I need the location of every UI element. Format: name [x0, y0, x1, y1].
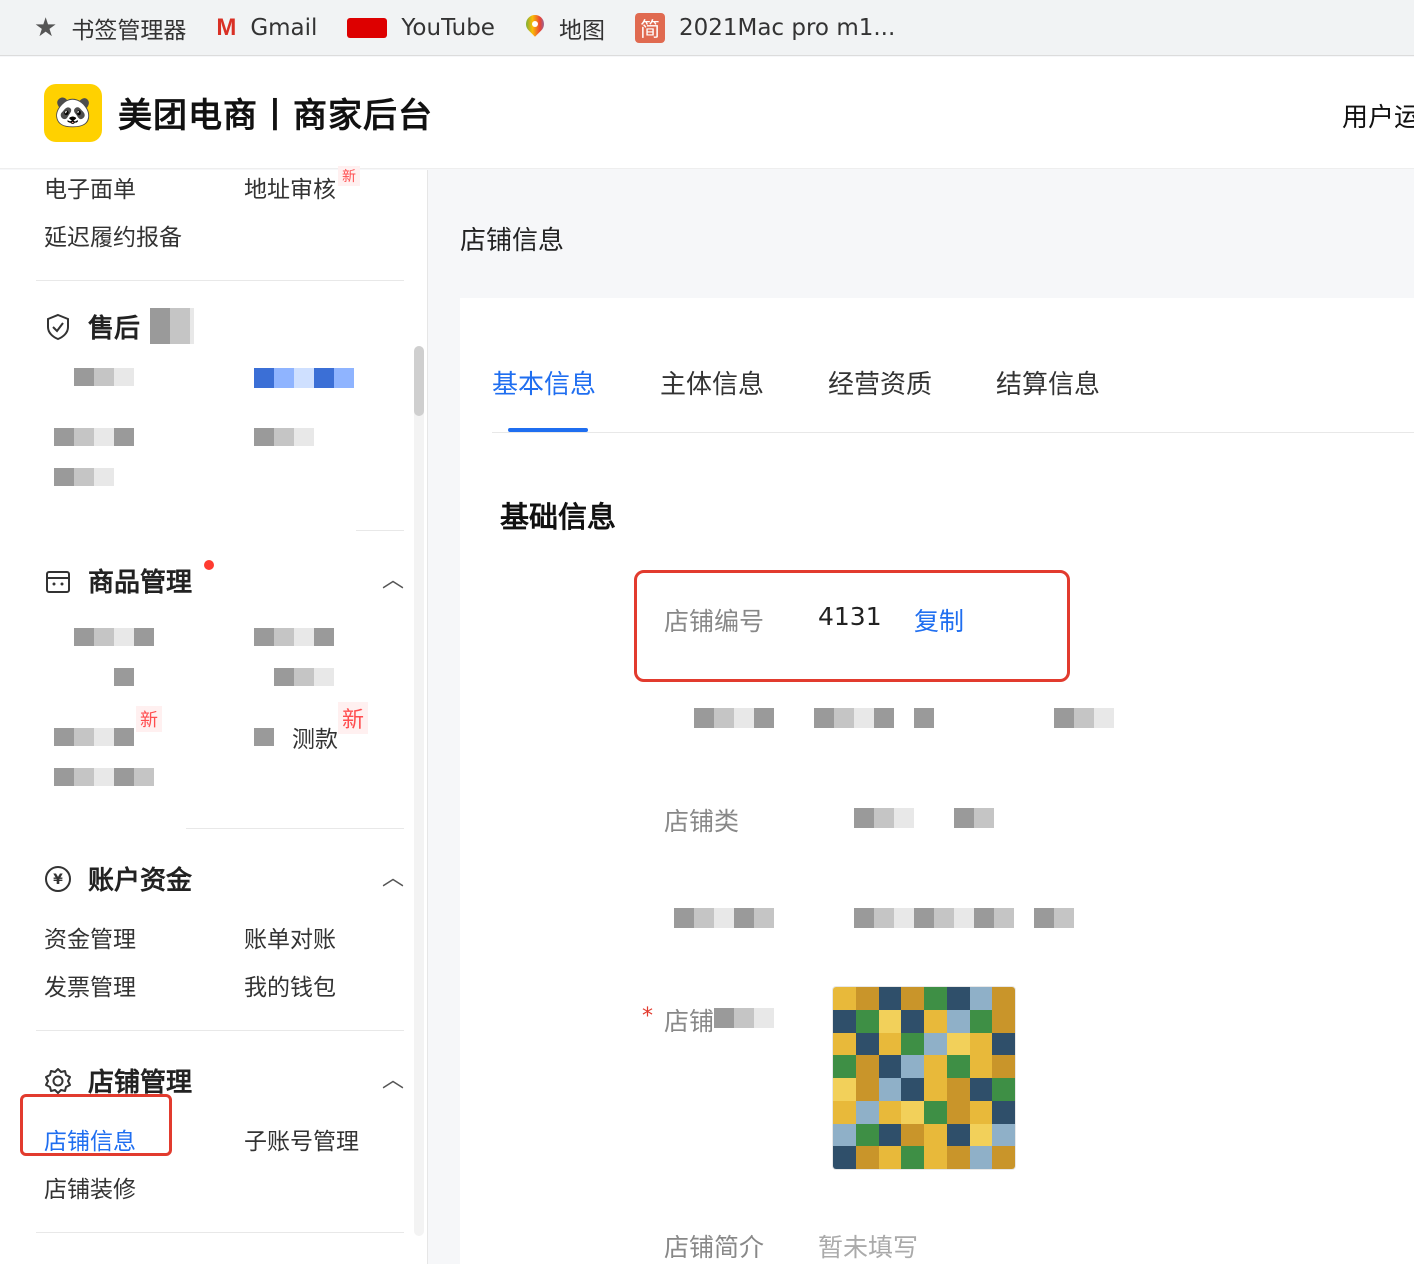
- divider: [36, 1030, 404, 1031]
- copy-button[interactable]: 复制: [914, 602, 964, 638]
- divider: [186, 828, 404, 829]
- pixelated-region: [814, 708, 894, 728]
- tab-qualifications[interactable]: 经营资质: [828, 364, 932, 401]
- pixelated-region: [54, 428, 134, 446]
- chevron-up-icon[interactable]: ︿: [382, 860, 404, 892]
- store-info-card: 基本信息 主体信息 经营资质 结算信息 基础信息 店铺编号 4131 复制 店铺…: [460, 298, 1414, 1264]
- pixelated-region: [674, 908, 774, 928]
- store-type-label: 店铺类: [664, 807, 740, 836]
- youtube-icon: [347, 17, 388, 38]
- pixelated-region: [254, 728, 274, 746]
- bookmark-label: 2021Mac pro m1...: [678, 14, 896, 41]
- chevron-up-icon[interactable]: ︿: [382, 1062, 404, 1094]
- sidebar-item-funds-manage[interactable]: 资金管理: [44, 920, 136, 954]
- store-logo-image[interactable]: [832, 986, 1016, 1170]
- pixelated-region: [854, 908, 1014, 928]
- sidebar-item-bill-reconcile[interactable]: 账单对账: [244, 920, 336, 954]
- pixelated-region: [914, 708, 934, 728]
- divider: [36, 1232, 404, 1233]
- store-id-label: 店铺编号: [664, 607, 765, 636]
- sidebar-item-partial[interactable]: 测款: [292, 720, 338, 754]
- section-funds[interactable]: ¥ 账户资金: [44, 860, 192, 897]
- pixelated-region: [1054, 708, 1114, 728]
- pixelated-region: [954, 808, 994, 828]
- new-badge: 新: [338, 702, 369, 734]
- section-title-text: 商品管理: [88, 568, 193, 598]
- maps-icon: [525, 15, 545, 41]
- section-after-sales[interactable]: 售后: [44, 308, 140, 345]
- brand-title: 美团电商丨商家后台: [118, 96, 433, 136]
- store-logo-label: 店铺: [664, 1007, 715, 1036]
- app-header: 🐼 美团电商丨商家后台 用户运营: [0, 57, 1414, 169]
- chevron-up-icon[interactable]: ︿: [382, 562, 404, 594]
- pixelated-region: [1034, 908, 1074, 928]
- required-mark: *: [642, 1004, 653, 1029]
- bookmark-maps[interactable]: 地图: [525, 8, 605, 48]
- bookmark-youtube[interactable]: YouTube: [347, 8, 495, 48]
- sidebar-scrollbar-thumb[interactable]: [414, 346, 424, 416]
- pixelated-region: [254, 428, 314, 446]
- pixelated-region: [74, 628, 154, 646]
- new-badge: 新: [136, 706, 162, 732]
- user-operation-link[interactable]: 用户运营: [1342, 97, 1414, 134]
- yuan-coin-icon: ¥: [44, 865, 72, 893]
- bookmark-gmail[interactable]: M Gmail: [216, 8, 317, 48]
- notification-dot: [204, 560, 214, 570]
- pixelated-region: [74, 368, 134, 386]
- sidebar-item-e-waybill[interactable]: 电子面单: [44, 170, 136, 204]
- panda-logo-icon[interactable]: 🐼: [44, 83, 102, 142]
- gmail-icon: M: [216, 13, 237, 41]
- pixelated-region: [54, 468, 114, 486]
- bookmark-label: YouTube: [401, 14, 495, 41]
- bookmark-label: 书签管理器: [71, 17, 187, 44]
- store-intro-label: 店铺简介: [664, 1233, 765, 1262]
- section-title-text: 账户资金: [88, 866, 193, 896]
- pixelated-region: [854, 808, 914, 828]
- section-basic-info-title: 基础信息: [500, 500, 617, 534]
- gear-icon: [44, 1067, 72, 1095]
- bookmark-jianshu[interactable]: 简 2021Mac pro m1...: [634, 8, 896, 48]
- pixelated-region: [54, 728, 134, 746]
- sidebar: 电子面单 地址审核 新 延迟履约报备 售后 商品管理 ︿ 新 新 测款 ¥ 账户…: [0, 166, 428, 1264]
- divider: [356, 530, 404, 531]
- sidebar-item-store-decor[interactable]: 店铺装修: [44, 1170, 136, 1204]
- jianshu-icon: 简: [634, 12, 665, 43]
- store-intro-value: 暂未填写: [818, 1233, 919, 1262]
- store-id-value: 4131: [818, 602, 882, 631]
- shield-icon: [44, 313, 72, 341]
- new-badge: 新: [338, 166, 360, 186]
- section-goods[interactable]: 商品管理: [44, 562, 192, 599]
- bookmark-label: Gmail: [250, 14, 318, 41]
- bookmark-label: 地图: [558, 17, 605, 44]
- sidebar-item-wallet[interactable]: 我的钱包: [244, 968, 336, 1002]
- tab-basic-info[interactable]: 基本信息: [492, 364, 596, 401]
- pixelated-region: [254, 628, 334, 646]
- bookmark-manager[interactable]: ★ 书签管理器: [34, 8, 186, 48]
- section-title-text: 售后: [88, 314, 141, 344]
- pixelated-region: [150, 308, 194, 344]
- tab-settlement-info[interactable]: 结算信息: [996, 364, 1100, 401]
- pixelated-region: [114, 668, 134, 686]
- tabs-divider: [492, 432, 1414, 433]
- bookmarks-bar: ★ 书签管理器 M Gmail YouTube 地图 简 2021Mac pro…: [0, 0, 1414, 56]
- calendar-box-icon: [44, 567, 72, 595]
- divider: [36, 280, 404, 281]
- sidebar-scrollbar-track[interactable]: [414, 346, 424, 1236]
- sidebar-item-address-review[interactable]: 地址审核: [244, 170, 336, 204]
- pixelated-region: [54, 768, 154, 786]
- svg-text:¥: ¥: [53, 872, 63, 888]
- tab-entity-info[interactable]: 主体信息: [660, 364, 764, 401]
- sidebar-item-delay-report[interactable]: 延迟履约报备: [44, 218, 182, 252]
- sidebar-item-sub-accounts[interactable]: 子账号管理: [244, 1122, 359, 1156]
- star-icon: ★: [34, 12, 58, 43]
- page-title: 店铺信息: [460, 226, 565, 256]
- tab-bar: 基本信息 主体信息 经营资质 结算信息: [492, 364, 1164, 401]
- highlight-box: [20, 1094, 172, 1156]
- pixelated-region: [714, 1008, 774, 1028]
- pixelated-region: [694, 708, 774, 728]
- sidebar-item-invoice[interactable]: 发票管理: [44, 968, 136, 1002]
- pixelated-region: [254, 368, 354, 388]
- pixelated-region: [274, 668, 334, 686]
